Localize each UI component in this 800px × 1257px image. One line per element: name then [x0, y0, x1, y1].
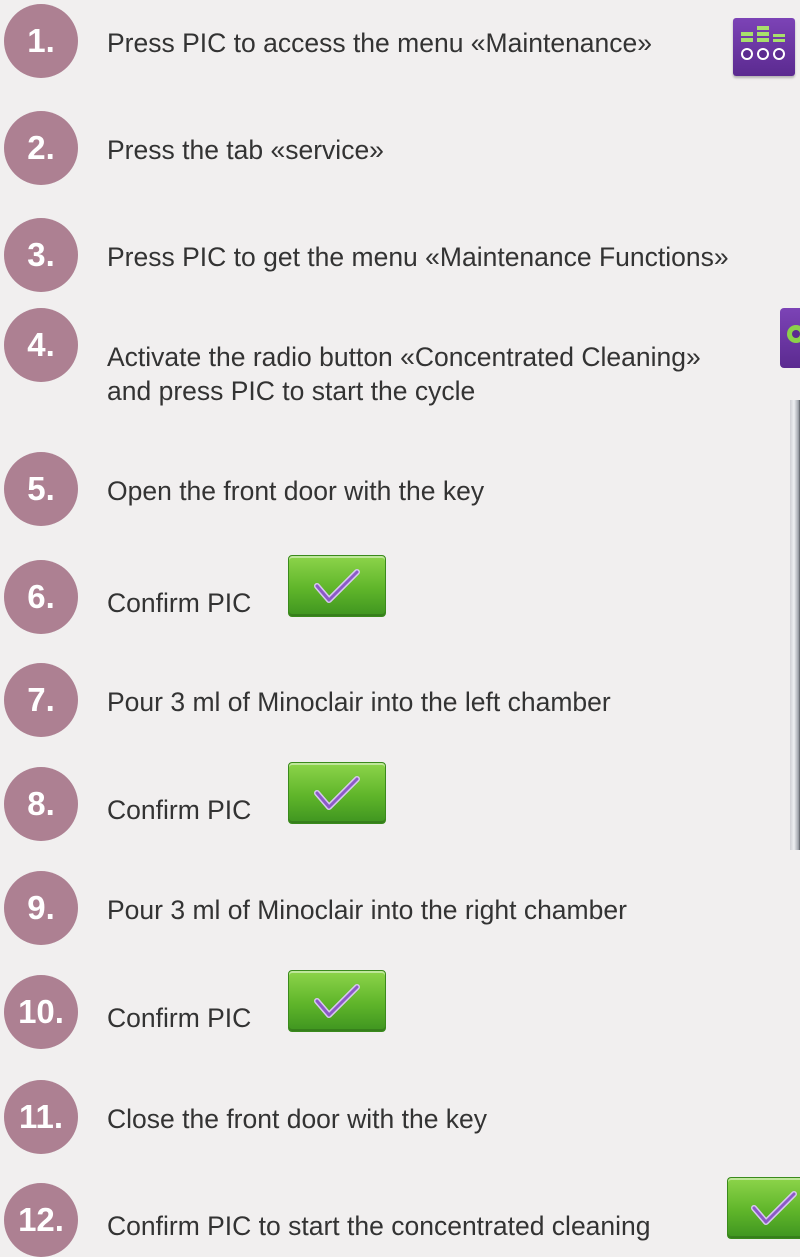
checkmark-icon	[314, 776, 360, 810]
step-text: Press PIC to access the menu «Maintenanc…	[107, 28, 653, 58]
step-3: 3. Press PIC to get the menu «Maintenanc…	[0, 218, 800, 298]
step-number-badge: 5.	[4, 452, 78, 526]
step-12: 12. Confirm PIC to start the concentrate…	[0, 1177, 800, 1257]
checkmark-icon	[314, 984, 360, 1018]
step-text: Confirm PIC	[107, 1003, 252, 1033]
step-text: Pour 3 ml of Minoclair into the left cha…	[107, 687, 611, 717]
step-text: Open the front door with the key	[107, 476, 485, 506]
checkmark-icon	[751, 1191, 797, 1225]
checkmark-icon	[314, 569, 360, 603]
step-text: Confirm PIC	[107, 588, 252, 618]
step-number-badge: 7.	[4, 663, 78, 737]
step-number-badge: 2.	[4, 111, 78, 185]
step-11: 11. Close the front door with the key	[0, 1080, 800, 1160]
step-text: Press the tab «service»	[107, 135, 384, 165]
step-4: 4. Activate the radio button «Concentrat…	[0, 308, 800, 408]
step-text: Confirm PIC to start the concentrated cl…	[107, 1211, 651, 1241]
step-number-badge: 11.	[4, 1080, 78, 1154]
step-5: 5. Open the front door with the key	[0, 452, 800, 532]
step-number-badge: 4.	[4, 308, 78, 382]
step-number-badge: 3.	[4, 218, 78, 292]
maintenance-menu-icon[interactable]	[733, 18, 795, 76]
step-number-badge: 6.	[4, 560, 78, 634]
step-2: 2. Press the tab «service»	[0, 111, 800, 191]
step-number-badge: 12.	[4, 1183, 78, 1257]
step-9: 9. Pour 3 ml of Minoclair into the right…	[0, 871, 800, 951]
step-10: 10. Confirm PIC	[0, 970, 800, 1055]
step-text: Pour 3 ml of Minoclair into the right ch…	[107, 895, 627, 925]
step-number-badge: 10.	[4, 975, 78, 1049]
step-6: 6. Confirm PIC	[0, 555, 800, 640]
gear-icon[interactable]	[780, 308, 800, 368]
confirm-checkmark-button[interactable]	[288, 762, 386, 824]
step-text-line-2: and press PIC to start the cycle	[107, 376, 476, 406]
step-text: Press PIC to get the menu «Maintenance F…	[107, 242, 729, 272]
step-number-badge: 1.	[4, 4, 78, 78]
step-number-badge: 8.	[4, 767, 78, 841]
device-photo	[790, 400, 800, 850]
step-text-line-1: Activate the radio button «Concentrated …	[107, 342, 701, 372]
confirm-checkmark-button[interactable]	[288, 970, 386, 1032]
confirm-checkmark-button[interactable]	[727, 1177, 800, 1239]
step-1: 1. Press PIC to access the menu «Mainten…	[0, 4, 800, 84]
confirm-checkmark-button[interactable]	[288, 555, 386, 617]
step-number-badge: 9.	[4, 871, 78, 945]
step-8: 8. Confirm PIC	[0, 762, 800, 847]
step-7: 7. Pour 3 ml of Minoclair into the left …	[0, 663, 800, 743]
step-text: Close the front door with the key	[107, 1104, 488, 1134]
step-text: Confirm PIC	[107, 795, 252, 825]
